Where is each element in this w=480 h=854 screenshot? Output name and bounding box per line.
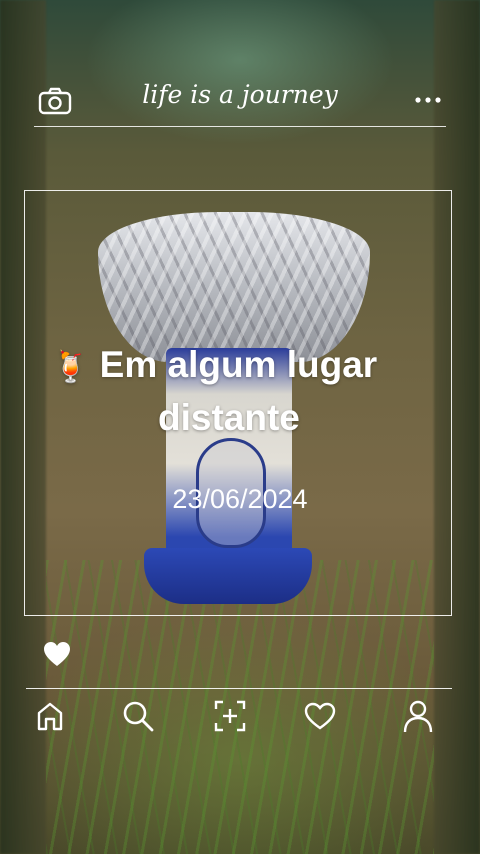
camera-icon[interactable] — [38, 87, 72, 115]
home-icon[interactable] — [32, 698, 68, 734]
post-title-line2: distante — [158, 397, 300, 438]
nav-divider — [26, 688, 452, 689]
cocktail-emoji: 🍹 — [52, 350, 90, 385]
add-photo-icon[interactable] — [212, 698, 248, 734]
heart-filled-icon[interactable] — [42, 640, 72, 668]
bottom-nav — [0, 694, 480, 738]
post-date: 23/06/2024 — [172, 484, 308, 514]
app-title: life is a journey — [142, 80, 338, 109]
post-title-line1: Em algum lugar — [99, 344, 378, 385]
heart-icon[interactable] — [302, 698, 338, 734]
header-divider — [34, 126, 446, 127]
more-dots-icon[interactable] — [412, 90, 444, 110]
post-title: 🍹 Em algum lugar distante — [52, 340, 462, 443]
search-icon[interactable] — [120, 698, 156, 734]
profile-icon[interactable] — [400, 698, 436, 734]
screen: life is a journey 🍹 Em algum lugar dista… — [0, 0, 480, 854]
